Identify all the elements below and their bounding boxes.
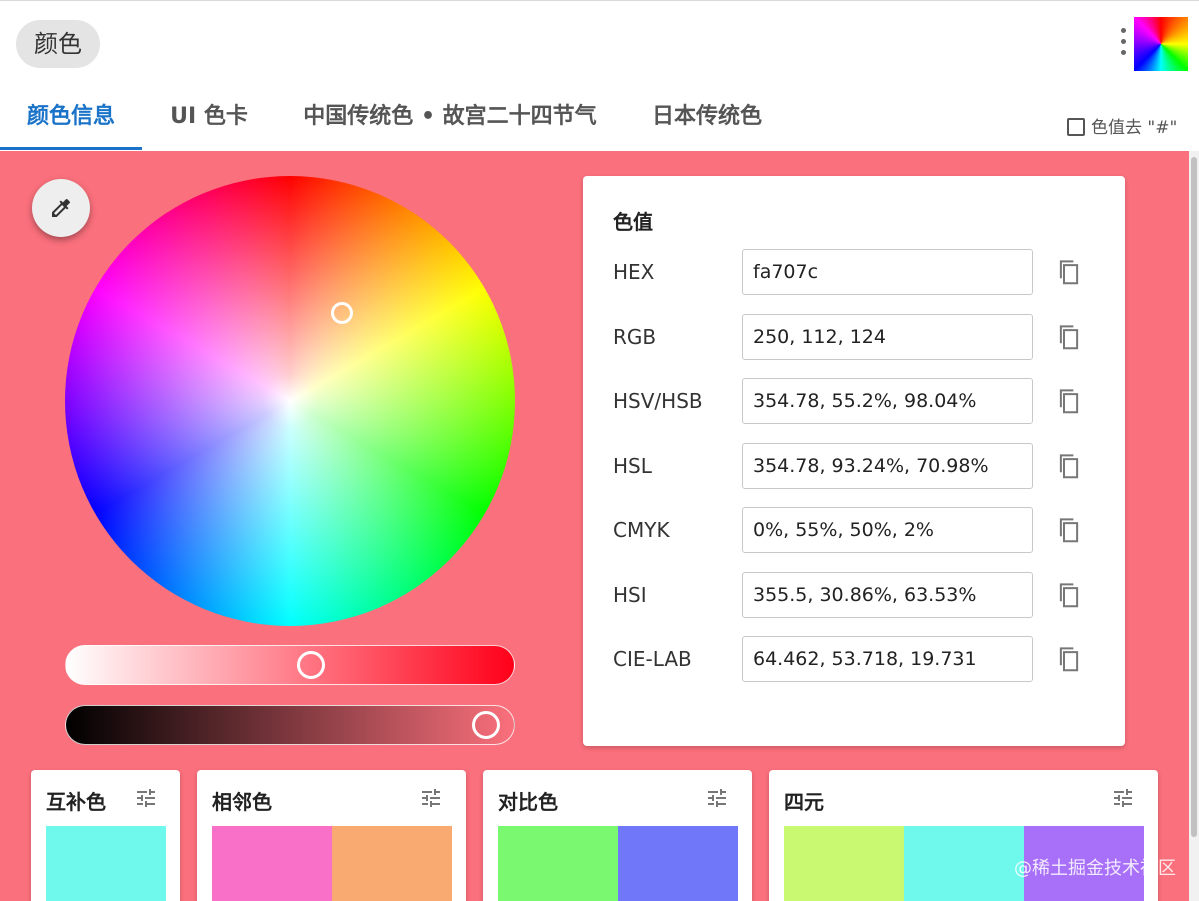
color-swatch[interactable] — [46, 826, 166, 901]
color-values-card: 色值 HEX RGB HSV/HSB HSL CMYK HSI CIE-LAB — [583, 176, 1125, 746]
value-label: HSV/HSB — [613, 389, 703, 413]
value-row-hsl: HSL — [583, 442, 1125, 489]
color-swatch[interactable] — [212, 826, 332, 901]
brightness-slider-knob[interactable] — [472, 711, 500, 739]
value-label: CIE-LAB — [613, 647, 692, 671]
color-wheel-handle[interactable] — [331, 302, 353, 324]
scheme-title: 互补色 — [46, 790, 106, 814]
color-swatch[interactable] — [784, 826, 904, 901]
complementary-card: 互补色 — [31, 770, 180, 901]
analogous-card: 相邻色 — [197, 770, 466, 901]
strip-hash-label: 色值去 "#" — [1091, 118, 1178, 138]
value-label: HSI — [613, 582, 647, 607]
value-row-hsi: HSI — [583, 571, 1125, 618]
value-field[interactable] — [742, 571, 1033, 618]
color-swatch[interactable] — [332, 826, 452, 901]
value-field[interactable] — [742, 507, 1033, 553]
value-row-hex: HEX — [583, 249, 1125, 295]
value-row-rgb: RGB — [583, 313, 1125, 360]
strip-hash-option[interactable]: 色值去 "#" — [1067, 116, 1177, 140]
tune-icon[interactable] — [134, 786, 158, 810]
app-header: 颜色 — [0, 0, 1199, 90]
value-field[interactable] — [742, 636, 1033, 682]
value-label: HSL — [613, 453, 652, 478]
contrast-card: 对比色 — [483, 770, 752, 901]
copy-icon[interactable] — [1054, 386, 1084, 416]
strip-hash-checkbox[interactable] — [1067, 118, 1085, 136]
scrollbar-thumb[interactable] — [1191, 157, 1197, 837]
brightness-slider[interactable] — [65, 705, 515, 745]
scheme-title: 对比色 — [498, 790, 558, 814]
saturation-slider[interactable] — [65, 645, 515, 685]
tune-icon[interactable] — [419, 786, 443, 810]
scrollbar[interactable] — [1189, 151, 1199, 901]
swatch-row — [498, 826, 738, 901]
copy-icon[interactable] — [1054, 451, 1084, 481]
color-values-title: 色值 — [613, 210, 653, 234]
color-swatch[interactable] — [498, 826, 618, 901]
eyedropper-icon — [52, 198, 71, 217]
value-row-hsv-hsb: HSV/HSB — [583, 378, 1125, 424]
copy-icon[interactable] — [1054, 257, 1084, 287]
value-field[interactable] — [742, 378, 1033, 424]
more-vert-icon[interactable] — [1117, 28, 1129, 62]
app-title: 颜色 — [16, 20, 100, 68]
value-field[interactable] — [742, 442, 1033, 489]
copy-icon[interactable] — [1054, 644, 1084, 674]
tab-bar: 颜色信息 UI 色卡 中国传统色 • 故宫二十四节气 日本传统色 — [0, 90, 1199, 150]
copy-icon[interactable] — [1054, 515, 1084, 545]
value-row-cmyk: CMYK — [583, 507, 1125, 553]
value-label: HEX — [613, 260, 655, 284]
copy-icon[interactable] — [1054, 580, 1084, 610]
value-label: CMYK — [613, 518, 670, 542]
color-info-panel: 色值 HEX RGB HSV/HSB HSL CMYK HSI CIE-LAB 互补色 相邻… — [0, 151, 1189, 901]
swatch-row — [46, 826, 166, 901]
tune-icon[interactable] — [705, 786, 729, 810]
color-swatch[interactable] — [618, 826, 738, 901]
value-row-cie-lab: CIE-LAB — [583, 636, 1125, 682]
scheme-title: 相邻色 — [212, 790, 272, 814]
color-swatch[interactable] — [904, 826, 1024, 901]
tune-icon[interactable] — [1111, 786, 1135, 810]
tab-chinese-traditional[interactable]: 中国传统色 • 故宫二十四节气 — [290, 90, 610, 150]
eyedropper-button[interactable] — [32, 179, 90, 237]
watermark: @稀土掘金技术社区 — [1014, 858, 1176, 879]
color-wheel[interactable] — [65, 176, 515, 626]
value-field[interactable] — [742, 249, 1033, 295]
swatch-row — [212, 826, 452, 901]
tab-ui-palette[interactable]: UI 色卡 — [150, 90, 268, 150]
value-field[interactable] — [742, 313, 1033, 360]
tab-japanese-traditional[interactable]: 日本传统色 — [640, 90, 774, 150]
saturation-slider-knob[interactable] — [297, 651, 325, 679]
scheme-title: 四元 — [784, 790, 824, 814]
tetradic-card: 四元 — [769, 770, 1158, 901]
tab-color-info[interactable]: 颜色信息 — [0, 90, 142, 150]
color-wheel-logo — [1134, 17, 1188, 71]
value-label: RGB — [613, 324, 657, 349]
copy-icon[interactable] — [1054, 322, 1084, 352]
